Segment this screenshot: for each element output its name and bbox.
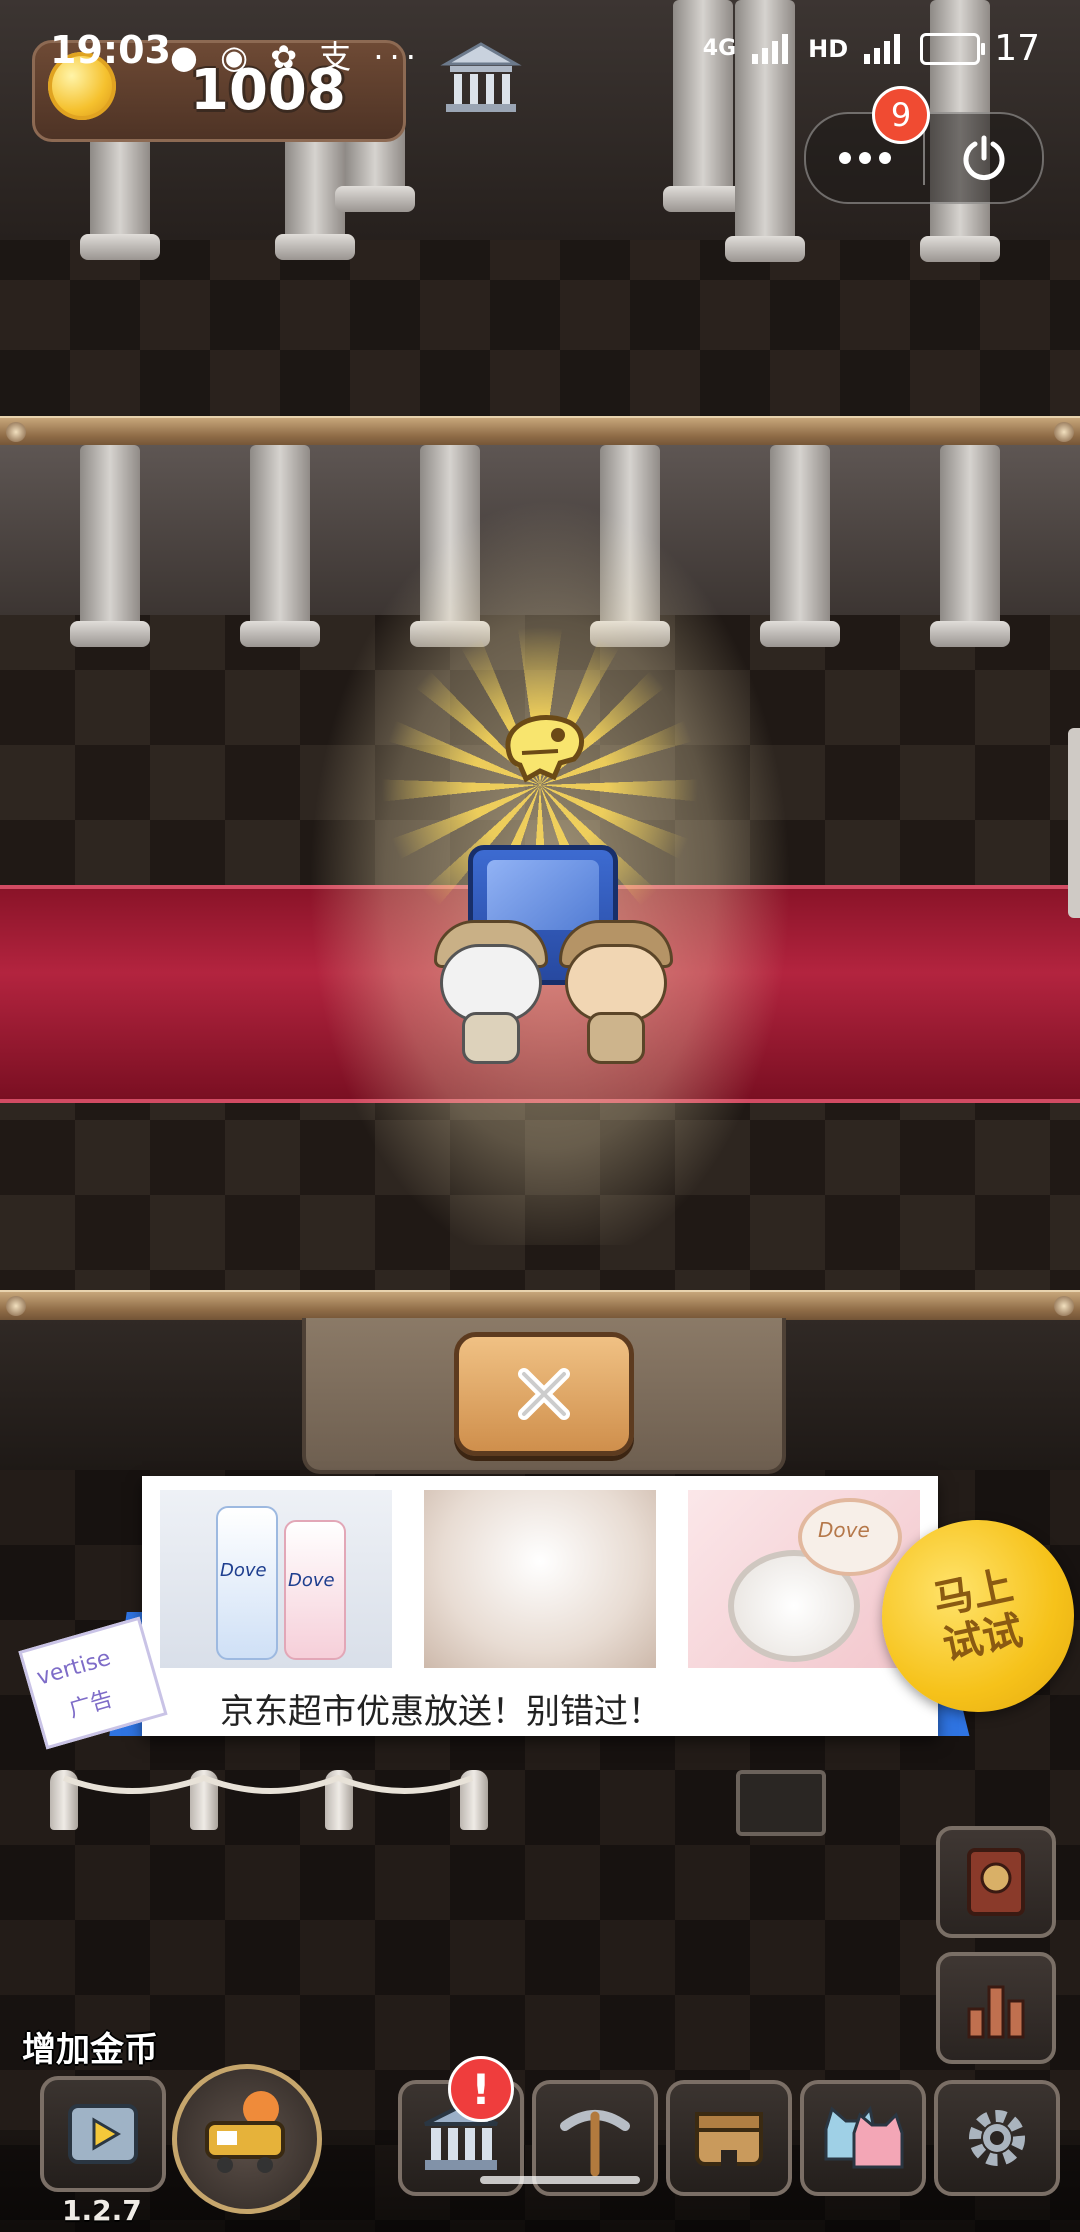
ad-brand-1: Dove: [220, 1560, 267, 1581]
book-button[interactable]: [936, 1826, 1056, 1938]
chest-icon: [695, 2112, 763, 2166]
close-button[interactable]: [454, 1332, 634, 1456]
power-icon: [963, 135, 1004, 181]
explorer-cat-orange[interactable]: [559, 920, 673, 1064]
column: [70, 445, 150, 647]
edge-handle[interactable]: [1068, 728, 1080, 918]
explorer-cat-white[interactable]: [434, 920, 548, 1064]
ad-brand-2: Dove: [288, 1570, 335, 1591]
alert-badge: !: [448, 2056, 514, 2122]
battery-level: 17: [994, 28, 1040, 69]
train-button[interactable]: [172, 2064, 322, 2214]
signal-icon: [752, 33, 789, 64]
column: [930, 445, 1010, 647]
ad-brand-3: Dove: [818, 1518, 870, 1542]
status-right-icons: 4G HD 17: [703, 28, 1040, 69]
close-icon: [518, 1368, 570, 1420]
train-icon: [205, 2091, 285, 2173]
exhibit-scene: [0, 445, 1080, 1290]
notification-icons: ● ◉ ✿ 支 ···: [170, 38, 422, 76]
battery-icon: [920, 32, 986, 65]
more-dots-icon: [838, 152, 891, 164]
bar-chart-icon: [967, 1985, 1025, 2039]
pickaxe-icon: [560, 2110, 630, 2177]
info-plaque[interactable]: [736, 1770, 826, 1836]
watch-video-button[interactable]: [40, 2076, 166, 2192]
cats-icon: [824, 2105, 904, 2169]
exit-button[interactable]: [925, 114, 1042, 202]
signal-icon-2: [864, 33, 901, 64]
dinosaur-skull-fossil-icon[interactable]: [500, 707, 590, 787]
cats-button[interactable]: [800, 2080, 926, 2196]
gear-icon: [969, 2110, 1025, 2166]
settings-button[interactable]: [934, 2080, 1060, 2196]
stamp-text-2: 广告: [66, 1686, 116, 1723]
hd-indicator: HD: [808, 34, 849, 63]
stats-button[interactable]: [936, 1952, 1056, 2064]
add-coins-label: 增加金币: [22, 2030, 158, 2070]
ad-headline[interactable]: 京东超市优惠放送！别错过！: [220, 1684, 662, 1733]
ad-image-foam: [424, 1490, 656, 1668]
status-time: 19:03: [50, 28, 171, 72]
notification-badge: 9: [872, 86, 930, 144]
video-play-icon: [68, 2104, 138, 2164]
book-icon: [967, 1848, 1025, 1916]
ad-image-products: Dove Dove: [160, 1490, 392, 1668]
barrier-rope: [62, 1774, 474, 1794]
home-indicator[interactable]: [480, 2176, 640, 2184]
storage-button[interactable]: [666, 2080, 792, 2196]
network-type: 4G: [702, 36, 737, 61]
version-label: 1.2.7: [62, 2194, 142, 2227]
